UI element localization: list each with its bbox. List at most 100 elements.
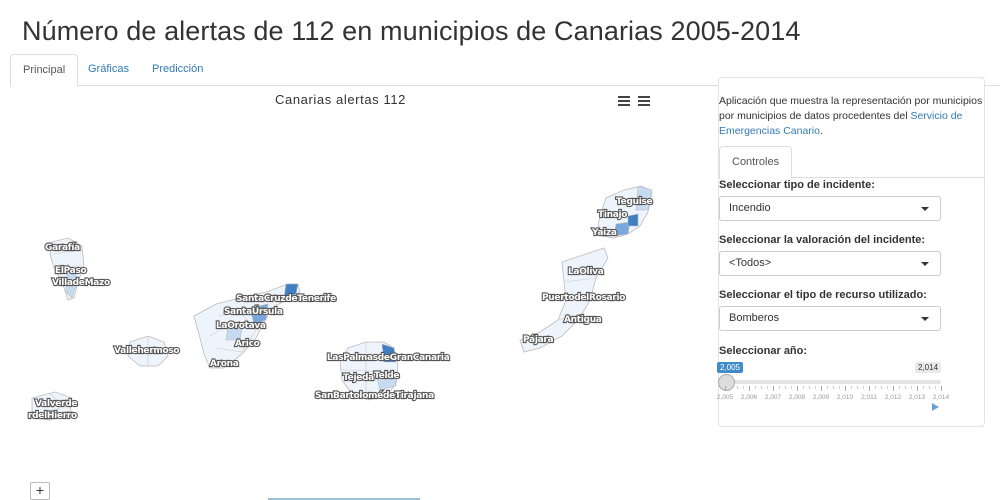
description-suffix: . (819, 125, 823, 137)
label-tinajo: Tinajo (598, 210, 627, 220)
year-min-value: 2,005 (717, 362, 744, 373)
valuation-label: Seleccionar la valoración del incidente: (719, 234, 926, 246)
year-minor-tick (935, 386, 936, 389)
year-label: Seleccionar año: (719, 345, 808, 357)
label-la-orotava: LaOrotava (216, 321, 266, 331)
chevron-down-icon (921, 317, 929, 321)
year-minor-tick (767, 386, 768, 389)
year-tick-label: 2,008 (788, 394, 806, 401)
label-santa-cruz-de-tenerife: SantaCruzdeTenerife (236, 294, 336, 304)
year-minor-tick (761, 386, 762, 389)
label-arico: Arico (235, 339, 260, 349)
year-slider-track[interactable] (725, 380, 941, 384)
year-minor-tick (929, 386, 930, 389)
label-la-oliva: LaOliva (568, 267, 604, 277)
year-minor-tick (737, 386, 738, 389)
year-tick-label: 2,010 (836, 394, 854, 401)
year-tick-label: 2,006 (740, 394, 758, 401)
label-telde: Telde (374, 371, 399, 381)
year-minor-tick (731, 386, 732, 389)
year-tick-label: 2,012 (884, 394, 902, 401)
year-minor-tick (911, 386, 912, 389)
label-valverde: Valverde (35, 399, 77, 409)
resource-value: Bomberos (729, 312, 780, 324)
valuation-select[interactable]: <Todos> (719, 251, 941, 276)
label-yaiza: Yaiza (591, 228, 617, 238)
year-max-value: 2,014 (915, 362, 942, 373)
year-tick-label: 2,014 (932, 394, 950, 401)
year-minor-tick (851, 386, 852, 389)
year-slider-ticks (725, 386, 942, 392)
year-minor-tick (875, 386, 876, 389)
map-container[interactable]: Garafía ElPaso VilladeMazo Valverde rdel… (10, 86, 710, 500)
year-minor-tick (803, 386, 804, 389)
year-minor-tick (857, 386, 858, 389)
label-arona: Arona (210, 359, 239, 369)
zoom-in-button[interactable]: + (30, 482, 50, 500)
label-antigua: Antigua (564, 315, 602, 325)
label-villa-de-mazo: VilladeMazo (52, 278, 110, 288)
play-icon[interactable] (932, 403, 939, 411)
menu-icon[interactable] (618, 96, 630, 106)
incident-type-label: Seleccionar tipo de incidente: (719, 179, 875, 191)
incident-type-select[interactable]: Incendio (719, 196, 941, 221)
year-minor-tick (743, 386, 744, 389)
year-minor-tick (827, 386, 828, 389)
year-minor-tick (905, 386, 906, 389)
controls-tabs: Controles (719, 146, 985, 179)
year-minor-tick (881, 386, 882, 389)
year-tick (797, 386, 798, 391)
label-frontera: rdelHierro (28, 411, 77, 421)
year-tick-label: 2,009 (812, 394, 830, 401)
year-minor-tick (887, 386, 888, 389)
menu-icon[interactable] (638, 96, 650, 106)
label-puerto-del-rosario: PuertodelRosario (542, 293, 625, 303)
label-san-bartolome: SanBartolomédeTirajana (315, 390, 434, 401)
tab-prediccion[interactable]: Predicción (140, 54, 215, 86)
valuation-value: <Todos> (729, 257, 772, 269)
tab-principal[interactable]: Principal (10, 54, 79, 87)
year-tick (845, 386, 846, 391)
year-tick (893, 386, 894, 391)
sidebar-panel: Aplicación que muestra la representación… (716, 77, 985, 427)
label-tejeda: Tejeda (343, 373, 374, 383)
year-tick (773, 386, 774, 391)
year-minor-tick (779, 386, 780, 389)
tab-controles[interactable]: Controles (719, 146, 793, 179)
incident-type-value: Incendio (729, 202, 771, 214)
year-minor-tick (899, 386, 900, 389)
year-tick (941, 386, 942, 391)
label-pajara: Pájara (523, 335, 554, 345)
year-tick (821, 386, 822, 391)
year-tick-label: 2,005 (716, 394, 734, 401)
year-tick-label: 2,007 (764, 394, 782, 401)
label-vallehermoso: Vallehermoso (114, 346, 179, 356)
year-tick (917, 386, 918, 391)
canary-islands-map[interactable]: Garafía ElPaso VilladeMazo Valverde rdel… (10, 86, 710, 500)
year-tick (869, 386, 870, 391)
chevron-down-icon (921, 262, 929, 266)
label-santa-ursula: SantaÚrsula (224, 305, 283, 317)
year-minor-tick (755, 386, 756, 389)
map-title: Canarias alertas 112 (275, 92, 406, 107)
app-description: Aplicación que muestra la representación… (719, 94, 985, 139)
label-teguise: Teguise (616, 197, 653, 207)
year-minor-tick (815, 386, 816, 389)
year-tick-label: 2,011 (861, 394, 877, 401)
year-tick-label: 2,013 (908, 394, 926, 401)
chevron-down-icon (921, 207, 929, 211)
year-minor-tick (791, 386, 792, 389)
year-minor-tick (809, 386, 810, 389)
label-garafia: Garafía (45, 243, 80, 253)
year-minor-tick (785, 386, 786, 389)
resource-select[interactable]: Bomberos (719, 306, 941, 331)
year-tick (725, 386, 726, 391)
label-las-palmas: LasPalmasdeGranCanaria (327, 353, 450, 363)
resource-label: Seleccionar el tipo de recurso utilizado… (719, 289, 927, 301)
year-minor-tick (839, 386, 840, 389)
year-minor-tick (833, 386, 834, 389)
tab-graficas[interactable]: Gráficas (76, 54, 141, 86)
label-el-paso: ElPaso (55, 266, 87, 276)
year-minor-tick (863, 386, 864, 389)
year-tick (749, 386, 750, 391)
